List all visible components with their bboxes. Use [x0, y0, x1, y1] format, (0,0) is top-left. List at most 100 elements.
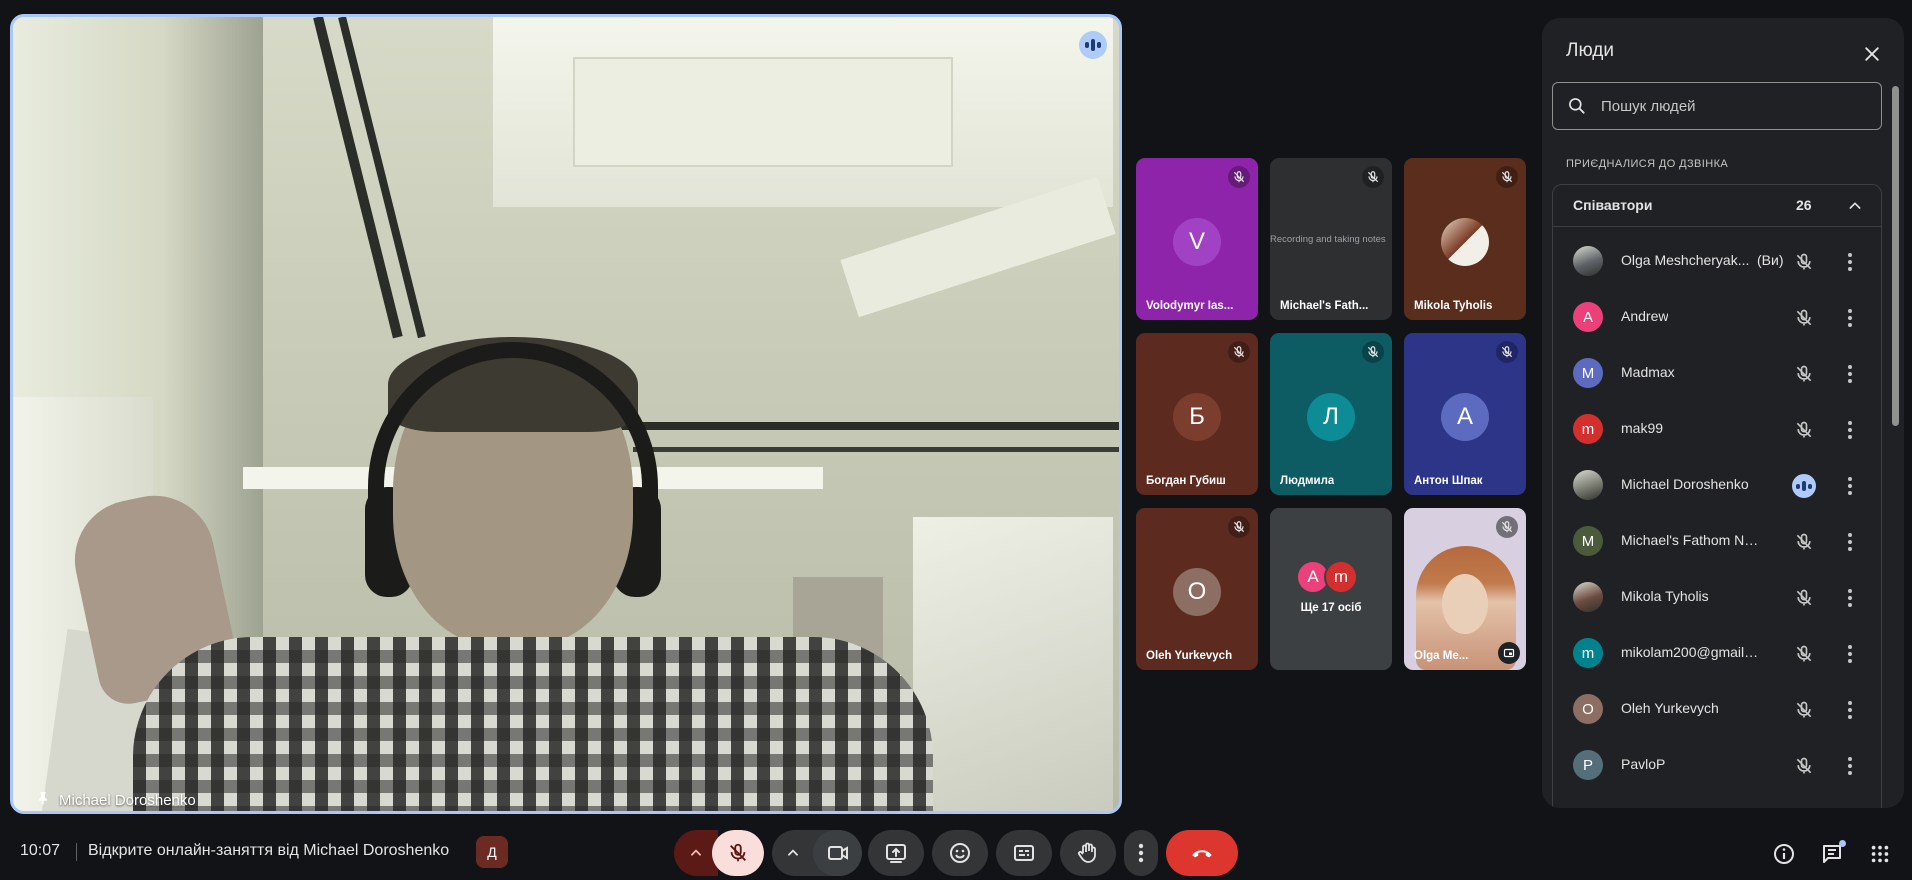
- mic-off-icon[interactable]: [1791, 417, 1817, 443]
- mic-off-icon: [1362, 341, 1384, 363]
- more-vert-icon[interactable]: [1837, 697, 1863, 723]
- participant-tile[interactable]: Б Богдан Губиш: [1136, 333, 1258, 495]
- mic-off-icon[interactable]: [1791, 641, 1817, 667]
- more-vert-icon[interactable]: [1837, 473, 1863, 499]
- participant-row[interactable]: Mikola Tyholis: [1553, 569, 1881, 625]
- more-vert-icon[interactable]: [1837, 529, 1863, 555]
- mic-off-icon: [1362, 166, 1384, 188]
- participant-name: Olga Me...: [1414, 650, 1469, 662]
- more-vert-icon[interactable]: [1837, 753, 1863, 779]
- participant-row[interactable]: O Oleh Yurkevych: [1553, 681, 1881, 737]
- meeting-details-button[interactable]: [1764, 834, 1804, 874]
- contributors-group: Співавтори 26 Olga Meshcheryak... (Ви) A An…: [1552, 184, 1882, 808]
- participant-row[interactable]: M Madmax: [1553, 345, 1881, 401]
- people-search-box[interactable]: [1552, 82, 1882, 130]
- avatar: M: [1573, 526, 1603, 556]
- pinned-participant-name: Michael Doroshenko: [59, 791, 196, 809]
- screen-share-text: Recording and taking notes: [1270, 234, 1386, 245]
- mic-off-icon[interactable]: [1791, 529, 1817, 555]
- avatar: [1573, 582, 1603, 612]
- participant-name: Volodymyr Ias...: [1146, 300, 1234, 312]
- mic-off-icon[interactable]: [1791, 305, 1817, 331]
- close-icon: [1865, 47, 1879, 61]
- participant-name: Oleh Yurkevych: [1146, 650, 1233, 662]
- more-vert-icon[interactable]: [1837, 585, 1863, 611]
- more-vert-icon[interactable]: [1837, 641, 1863, 667]
- participant-row[interactable]: Michael Doroshenko: [1553, 457, 1881, 513]
- mic-off-icon: [1496, 516, 1518, 538]
- more-options-button[interactable]: [1124, 830, 1158, 876]
- face: [1442, 574, 1488, 634]
- leave-call-button[interactable]: [1166, 830, 1238, 876]
- chevron-up-icon[interactable]: [1842, 193, 1868, 219]
- mic-off-icon[interactable]: [1791, 585, 1817, 611]
- more-vert-icon[interactable]: [1837, 361, 1863, 387]
- panel-scrollbar[interactable]: [1892, 86, 1899, 426]
- avatar: [1573, 246, 1603, 276]
- people-search-input[interactable]: [1601, 97, 1851, 115]
- camera-control: [772, 830, 862, 876]
- mic-off-icon: [730, 843, 746, 862]
- raise-hand-button[interactable]: [1060, 830, 1116, 876]
- captions-button[interactable]: [996, 830, 1052, 876]
- participant-row[interactable]: P PavloP: [1553, 737, 1881, 793]
- joined-heading: ПРИЄДНАЛИСЯ ДО ДЗВІНКА: [1566, 158, 1729, 170]
- chat-button[interactable]: [1812, 834, 1852, 874]
- mic-off-icon[interactable]: [1791, 249, 1817, 275]
- picture-in-picture-icon[interactable]: [1498, 642, 1520, 664]
- participant-name: mak99: [1621, 420, 1664, 436]
- participant-row[interactable]: m mak99: [1553, 401, 1881, 457]
- you-label: (Ви): [1757, 252, 1784, 268]
- video-options-button[interactable]: [772, 830, 813, 876]
- hang-up-icon: [1192, 850, 1212, 858]
- avatar: P: [1573, 750, 1603, 780]
- participant-name: Michael's Fathom Notet...: [1621, 532, 1761, 548]
- search-icon: [1569, 98, 1585, 114]
- close-panel-button[interactable]: [1854, 36, 1890, 72]
- more-vert-icon: [1138, 843, 1144, 863]
- activities-button[interactable]: [1860, 834, 1900, 874]
- reactions-button[interactable]: [932, 830, 988, 876]
- more-vert-icon[interactable]: [1837, 249, 1863, 275]
- mic-off-icon[interactable]: [1791, 753, 1817, 779]
- divider: [76, 843, 77, 861]
- mic-off-icon: [1496, 341, 1518, 363]
- participant-tile[interactable]: Am Ще 17 осіб: [1270, 508, 1392, 670]
- speaking-indicator-icon: [1791, 473, 1817, 499]
- participant-tile[interactable]: Recording and taking notes Michael's Fath…: [1270, 158, 1392, 320]
- mic-toggle-button[interactable]: [712, 830, 764, 876]
- mic-off-icon: [1496, 166, 1518, 188]
- chevron-up-icon: [691, 849, 701, 856]
- participant-name: Michael Doroshenko: [1621, 476, 1749, 492]
- mic-off-icon[interactable]: [1791, 361, 1817, 387]
- participant-tile[interactable]: O Oleh Yurkevych: [1136, 508, 1258, 670]
- pinned-video[interactable]: Michael Doroshenko: [10, 14, 1122, 814]
- present-screen-icon: [886, 844, 906, 863]
- participant-tile[interactable]: Mikola Tyholis: [1404, 158, 1526, 320]
- participant-tile[interactable]: V Volodymyr Ias...: [1136, 158, 1258, 320]
- meet-window: Michael Doroshenko V Volodymyr Ias... Reco…: [0, 0, 1912, 880]
- avatar: O: [1573, 694, 1603, 724]
- more-vert-icon[interactable]: [1837, 305, 1863, 331]
- participant-row[interactable]: m mikolam200@gmail.com: [1553, 625, 1881, 681]
- participant-tile[interactable]: Olga Me...: [1404, 508, 1526, 670]
- camera-toggle-button[interactable]: [813, 830, 862, 876]
- participant-row[interactable]: M Michael's Fathom Notet...: [1553, 513, 1881, 569]
- participant-name: PavloP: [1621, 756, 1666, 772]
- avatar: Л: [1307, 393, 1355, 441]
- participant-name: Mikola Tyholis: [1621, 588, 1709, 604]
- participant-tile[interactable]: Л Людмила: [1270, 333, 1392, 495]
- avatar: M: [1573, 358, 1603, 388]
- participant-tile[interactable]: A Антон Шпак: [1404, 333, 1526, 495]
- mic-off-icon[interactable]: [1791, 697, 1817, 723]
- participant-name: Oleh Yurkevych: [1621, 700, 1719, 716]
- host-badge[interactable]: Д: [476, 836, 508, 868]
- microphone-control: [674, 830, 764, 876]
- participant-row[interactable]: Olga Meshcheryak... (Ви): [1553, 233, 1881, 289]
- present-screen-button[interactable]: [868, 830, 924, 876]
- video-background: [13, 17, 1119, 811]
- more-vert-icon[interactable]: [1837, 417, 1863, 443]
- participant-row[interactable]: A Andrew: [1553, 289, 1881, 345]
- group-header[interactable]: Співавтори 26: [1553, 185, 1881, 227]
- mic-off-icon: [1228, 341, 1250, 363]
